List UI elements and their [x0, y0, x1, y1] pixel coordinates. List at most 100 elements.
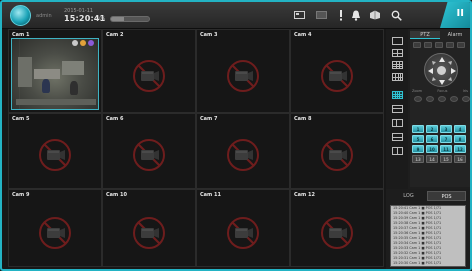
tab-alarm[interactable]: Alarm [440, 31, 470, 39]
camera-label: Cam 1 [12, 32, 30, 38]
preset-button[interactable]: 15 [440, 155, 452, 163]
ptz-adjust-row [414, 96, 470, 102]
layout-2x2-button[interactable] [392, 49, 403, 57]
camera-label: Cam 7 [200, 116, 218, 122]
log-panel: LOG POS 15:20:41 Cam 1 ■ POS 1/71 15:20:4… [386, 189, 470, 269]
preset-button[interactable]: 5 [412, 135, 424, 143]
ptz-tool-button[interactable] [435, 42, 443, 48]
tab-ptz[interactable]: PTZ [410, 31, 440, 39]
iris-button[interactable] [462, 96, 470, 102]
preset-button[interactable]: 8 [454, 135, 466, 143]
ptz-tool-row [413, 42, 465, 48]
ptz-tool-button[interactable] [424, 42, 432, 48]
preset-button[interactable]: 16 [454, 155, 466, 163]
feed-status-icons [72, 40, 94, 46]
zoom-label: Zoom [412, 89, 423, 93]
camera-tile[interactable]: Cam 6 [102, 113, 196, 189]
focus-far-button[interactable] [450, 96, 458, 102]
joystick-center[interactable] [437, 66, 446, 75]
ptz-tool-button[interactable] [457, 42, 465, 48]
log-row: 15:20:30 Cam 1 ■ POS 1/71 [393, 261, 442, 265]
camera-label: Cam 3 [200, 32, 218, 38]
no-camera-icon [321, 139, 353, 172]
preset-button[interactable]: 7 [440, 135, 452, 143]
preset-button[interactable]: 14 [426, 155, 438, 163]
camera-tile[interactable]: Cam 4 [290, 29, 384, 113]
layout-3x3-button[interactable] [392, 61, 403, 69]
log-list[interactable]: 15:20:41 Cam 1 ■ POS 1/71 15:20:40 Cam 1 … [390, 205, 466, 267]
panel-toggle-button[interactable]: II [440, 2, 470, 28]
record-status-icon [72, 40, 78, 46]
camera-tile[interactable]: Cam 12 [290, 189, 384, 267]
preset-grid: 1 2 3 4 5 6 7 8 9 10 11 12 13 14 15 16 [412, 125, 470, 163]
camera-tile[interactable]: Cam 3 [196, 29, 290, 113]
motion-status-icon [80, 40, 86, 46]
tab-pos[interactable]: POS [427, 191, 466, 201]
no-camera-icon [133, 59, 165, 92]
layout-6x6-button[interactable] [392, 119, 403, 127]
camera-label: Cam 10 [106, 192, 127, 198]
tab-log[interactable]: LOG [390, 191, 427, 201]
focus-near-button[interactable] [438, 96, 446, 102]
camera-label: Cam 6 [106, 116, 124, 122]
ptz-tool-button[interactable] [413, 42, 421, 48]
top-bar: admin 2015-01-11 15:20:41 0% II [2, 2, 470, 29]
camera-label: Cam 2 [106, 32, 124, 38]
hdd-label: 0% [99, 16, 106, 21]
no-camera-icon [227, 216, 259, 249]
no-camera-icon [227, 139, 259, 172]
camera-label: Cam 8 [294, 116, 312, 122]
preset-button[interactable]: 10 [426, 145, 438, 153]
focus-label: Focus [437, 89, 448, 93]
preset-button[interactable]: 3 [440, 125, 452, 133]
preset-button[interactable]: 12 [454, 145, 466, 153]
camera-tile[interactable]: Cam 11 [196, 189, 290, 267]
camera-tile[interactable]: Cam 8 [290, 113, 384, 189]
camera-tile[interactable]: Cam 10 [102, 189, 196, 267]
layout-5x5-button[interactable] [392, 105, 403, 113]
panel-toggle-label: II [456, 8, 464, 19]
record-icon[interactable] [315, 9, 327, 21]
preset-button[interactable]: 9 [412, 145, 424, 153]
layout-selector [386, 29, 408, 189]
hdd-usage-bar [110, 16, 150, 22]
app-window: admin 2015-01-11 15:20:41 0% II Cam 1 Cam… [0, 0, 472, 271]
ptz-panel: PTZ Alarm Zoom Focus Iris 1 2 3 4 5 6 7 … [410, 29, 470, 187]
iris-label: Iris [462, 89, 468, 93]
zoom-out-button[interactable] [426, 96, 434, 102]
layout-4x3-button[interactable] [392, 73, 403, 81]
layout-1x1-button[interactable] [392, 37, 403, 45]
camera-tile[interactable]: Cam 7 [196, 113, 290, 189]
live-video-feed[interactable] [11, 38, 99, 110]
camera-grid: Cam 1 Cam 2 Cam 3 Cam 4 Cam 5 Cam 6 Cam 7 Cam 8… [8, 29, 384, 267]
layout-8x8-button[interactable] [392, 133, 403, 141]
camera-label: Cam 11 [200, 192, 221, 198]
layout-icon[interactable] [293, 9, 305, 21]
preset-button[interactable]: 2 [426, 125, 438, 133]
preset-button[interactable]: 1 [412, 125, 424, 133]
no-camera-icon [321, 59, 353, 92]
layout-custom-button[interactable] [392, 147, 403, 155]
search-icon[interactable] [390, 9, 402, 21]
ptz-joystick[interactable] [424, 53, 458, 87]
logo-icon[interactable] [10, 5, 31, 26]
export-icon[interactable] [369, 9, 381, 21]
camera-tile[interactable]: Cam 1 [8, 29, 102, 113]
preset-button[interactable]: 4 [454, 125, 466, 133]
no-camera-icon [39, 216, 71, 249]
zoom-in-button[interactable] [414, 96, 422, 102]
camera-tile[interactable]: Cam 2 [102, 29, 196, 113]
no-camera-icon [133, 216, 165, 249]
layout-4x4-button[interactable] [392, 91, 403, 99]
camera-tile[interactable]: Cam 9 [8, 189, 102, 267]
alert-icon[interactable] [335, 9, 347, 21]
hdd-usage-fill [111, 17, 125, 21]
notification-icon[interactable] [350, 9, 362, 21]
ptz-tool-button[interactable] [446, 42, 454, 48]
camera-tile[interactable]: Cam 5 [8, 113, 102, 189]
camera-label: Cam 12 [294, 192, 315, 198]
preset-button[interactable]: 11 [440, 145, 452, 153]
preset-button[interactable]: 13 [412, 155, 424, 163]
preset-button[interactable]: 6 [426, 135, 438, 143]
no-camera-icon [39, 139, 71, 172]
